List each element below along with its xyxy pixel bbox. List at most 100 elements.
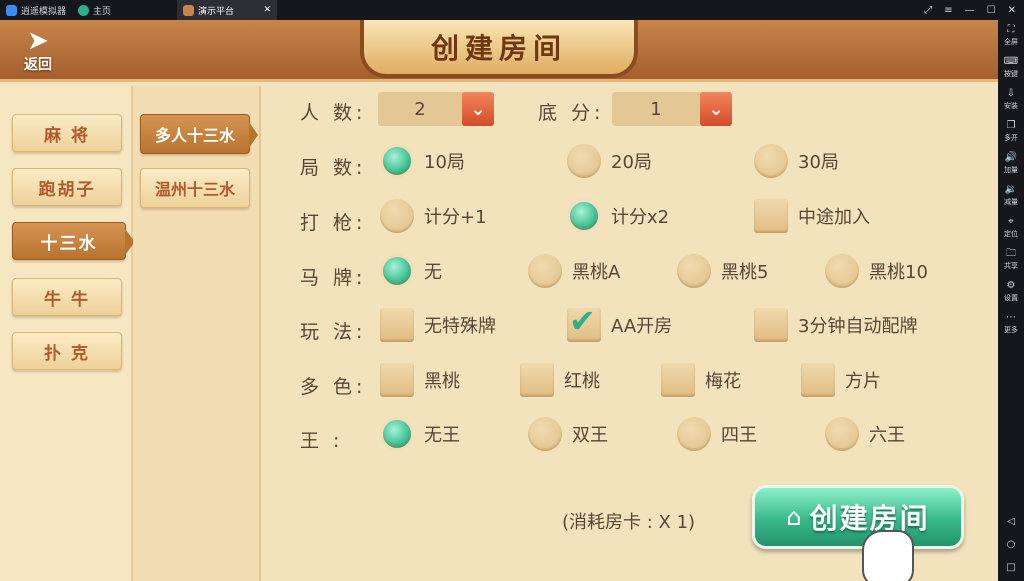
- menu-icon[interactable]: ≡: [944, 5, 952, 16]
- color-option-clubs[interactable]: 梅花: [661, 363, 741, 397]
- nav-back-icon[interactable]: ◁: [1007, 516, 1015, 527]
- category-poker[interactable]: 扑 克: [12, 332, 122, 370]
- radio-selected[interactable]: [380, 254, 414, 288]
- radio[interactable]: [825, 417, 859, 451]
- option-label: 无: [424, 262, 442, 283]
- horse-option-spade-a[interactable]: 黑桃A: [528, 254, 620, 288]
- play-option-aa-room[interactable]: ✔ AA开房: [567, 302, 672, 342]
- sidebar-item-multi[interactable]: ❐ 多开: [998, 116, 1024, 148]
- king-option-six[interactable]: 六王: [825, 417, 905, 451]
- checkmark-icon: ✔: [569, 302, 596, 340]
- keyboard-icon: ⌨: [1003, 56, 1019, 67]
- option-label: 10局: [424, 152, 465, 173]
- sidebar-item-volume-down[interactable]: 🔉 减量: [998, 180, 1024, 212]
- maximize-icon[interactable]: ☐: [987, 5, 996, 16]
- sidebar-item-install[interactable]: ⇩ 安装: [998, 84, 1024, 116]
- sidebar-item-settings[interactable]: ⚙ 设置: [998, 276, 1024, 308]
- option-label: 梅花: [705, 371, 741, 392]
- rounds-option-10[interactable]: 10局: [380, 144, 465, 178]
- radio-selected[interactable]: [567, 199, 601, 233]
- checkbox[interactable]: [754, 308, 788, 342]
- sidebar-item-more[interactable]: ⋯ 更多: [998, 308, 1024, 340]
- tab-label: 演示平台: [198, 6, 235, 17]
- category-niuniu[interactable]: 牛 牛: [12, 278, 122, 316]
- radio[interactable]: [825, 254, 859, 288]
- horse-option-none[interactable]: 无: [380, 254, 442, 288]
- category-paohuzi[interactable]: 跑胡子: [12, 168, 122, 206]
- back-button[interactable]: ➤ 返回: [14, 28, 62, 78]
- players-dropdown[interactable]: 2 ⌄: [378, 92, 494, 126]
- sidebar-label: 减量: [1004, 198, 1018, 206]
- house-icon: ⌂: [786, 503, 802, 531]
- king-option-none[interactable]: 无王: [380, 417, 460, 451]
- radio[interactable]: [528, 417, 562, 451]
- checkbox[interactable]: [801, 363, 835, 397]
- sidebar-item-volume-up[interactable]: 🔊 加量: [998, 148, 1024, 180]
- subcategory-pane: 多人十三水 温州十三水: [133, 86, 261, 581]
- rounds-option-30[interactable]: 30局: [754, 144, 839, 178]
- checkbox[interactable]: [380, 308, 414, 342]
- nav-home-icon[interactable]: ○: [1007, 539, 1016, 550]
- sidebar-item-location[interactable]: ⌖ 定位: [998, 212, 1024, 244]
- chevron-down-icon[interactable]: ⌄: [700, 92, 732, 126]
- category-thirteen-cards[interactable]: 十三水: [12, 222, 135, 260]
- subcategory-wenzhou[interactable]: 温州十三水: [140, 168, 250, 208]
- checkbox[interactable]: [754, 199, 788, 233]
- minimize-icon[interactable]: —: [965, 5, 975, 16]
- radio[interactable]: [754, 144, 788, 178]
- shoot-option-plus1[interactable]: 计分+1: [380, 199, 487, 233]
- radio-selected[interactable]: [380, 144, 414, 178]
- checkbox[interactable]: [520, 363, 554, 397]
- color-option-diamonds[interactable]: 方片: [801, 363, 881, 397]
- checkbox[interactable]: [380, 363, 414, 397]
- tab-demo-platform[interactable]: 演示平台 ✕: [177, 0, 278, 20]
- horse-label: 马 牌:: [300, 267, 367, 289]
- option-label: 黑桃10: [869, 262, 928, 283]
- option-label: 四王: [721, 425, 757, 446]
- tab-label: 逍遥模拟器: [21, 6, 67, 17]
- radio-selected[interactable]: [380, 417, 414, 451]
- color-option-spades[interactable]: 黑桃: [380, 363, 460, 397]
- category-mahjong[interactable]: 麻 将: [12, 114, 122, 152]
- subcategory-multiplayer[interactable]: 多人十三水: [140, 114, 258, 154]
- nav-recent-icon[interactable]: □: [1006, 562, 1015, 573]
- option-label: 六王: [869, 425, 905, 446]
- king-option-four[interactable]: 四王: [677, 417, 757, 451]
- expand-icon[interactable]: ⤢: [924, 5, 932, 16]
- sidebar-item-keys[interactable]: ⌨ 按键: [998, 52, 1024, 84]
- play-label: 玩 法:: [300, 321, 367, 343]
- play-option-no-special[interactable]: 无特殊牌: [380, 308, 496, 342]
- sidebar-label: 多开: [1004, 134, 1018, 142]
- radio[interactable]: [567, 144, 601, 178]
- radio[interactable]: [677, 417, 711, 451]
- sidebar-item-fullscreen[interactable]: ⛶ 全屏: [998, 20, 1024, 52]
- sidebar-label: 按键: [1004, 70, 1018, 78]
- option-label: 红桃: [564, 371, 600, 392]
- option-label: 计分x2: [611, 207, 670, 228]
- king-option-two[interactable]: 双王: [528, 417, 608, 451]
- play-option-auto-arrange[interactable]: 3分钟自动配牌: [754, 308, 917, 342]
- radio[interactable]: [677, 254, 711, 288]
- chevron-down-icon[interactable]: ⌄: [462, 92, 494, 126]
- radio[interactable]: [528, 254, 562, 288]
- checkbox-checked[interactable]: ✔: [567, 302, 601, 342]
- checkbox[interactable]: [661, 363, 695, 397]
- rounds-option-20[interactable]: 20局: [567, 144, 652, 178]
- option-label: 双王: [572, 425, 608, 446]
- sidebar-item-share[interactable]: 🗀 共享: [998, 244, 1024, 276]
- color-option-hearts[interactable]: 红桃: [520, 363, 600, 397]
- shoot-option-x2[interactable]: 计分x2: [567, 199, 669, 233]
- tab-emulator[interactable]: 逍遥模拟器: [0, 0, 72, 20]
- tab-label: 主页: [93, 6, 112, 17]
- tab-home[interactable]: 主页: [72, 0, 117, 20]
- create-room-button[interactable]: ⌂ 创建房间: [752, 485, 964, 549]
- radio[interactable]: [380, 199, 414, 233]
- close-tab-icon[interactable]: ✕: [263, 5, 271, 15]
- horse-option-spade-5[interactable]: 黑桃5: [677, 254, 768, 288]
- shoot-option-join-midway[interactable]: 中途加入: [754, 199, 870, 233]
- horse-option-spade-10[interactable]: 黑桃10: [825, 254, 928, 288]
- volume-down-icon: 🔉: [1004, 184, 1018, 195]
- close-icon[interactable]: ✕: [1008, 5, 1016, 16]
- fullscreen-icon: ⛶: [1007, 24, 1015, 35]
- base-score-dropdown[interactable]: 1 ⌄: [612, 92, 732, 126]
